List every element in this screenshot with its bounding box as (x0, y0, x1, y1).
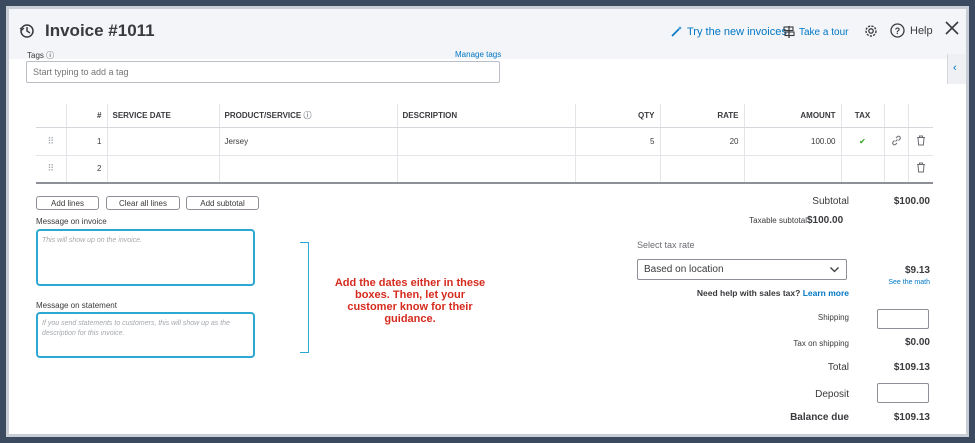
amount-cell[interactable]: 100.00 (744, 127, 842, 156)
sales-tax-help: Need help with sales tax? Learn more (669, 288, 849, 298)
shipping-label: Shipping (817, 313, 849, 322)
line-items-table: # SERVICE DATE PRODUCT/SERVICE ⓘ DESCRIP… (36, 104, 933, 184)
tags-input[interactable] (26, 61, 500, 83)
description-cell[interactable] (397, 155, 576, 184)
chevron-left-icon: ‹ (953, 62, 957, 74)
drag-column-header (36, 104, 67, 128)
signpost-icon (783, 26, 795, 38)
take-tour-label: Take a tour (799, 26, 849, 38)
clear-all-lines-button[interactable]: Clear all lines (106, 196, 180, 210)
table-row[interactable]: ⠿ 1 Jersey 5 20 100.00 ✔ (36, 127, 933, 156)
tax-check-icon[interactable]: ✔ (841, 127, 885, 156)
service-date-cell[interactable] (107, 155, 220, 184)
help-button[interactable]: ? Help (890, 23, 933, 38)
message-invoice-input[interactable]: This will show up on the invoice. (36, 229, 255, 286)
column-header-tax: TAX (841, 104, 885, 128)
total-label: Total (827, 362, 849, 373)
column-header-service-date: SERVICE DATE (107, 104, 220, 128)
add-subtotal-button[interactable]: Add subtotal (186, 196, 259, 210)
delete-column-header (908, 104, 933, 128)
manage-tags-link[interactable]: Manage tags (455, 50, 501, 59)
tags-label: Tags ⓘ (27, 51, 55, 60)
tax-rate-value: Based on location (644, 264, 724, 275)
tax-cell[interactable] (841, 155, 885, 184)
tax-rate-select[interactable]: Based on location (637, 259, 847, 280)
page-title: Invoice #1011 (45, 21, 155, 40)
product-cell[interactable]: Jersey (219, 127, 398, 156)
annotation-bracket (300, 242, 309, 353)
drag-handle-icon[interactable]: ⠿ (36, 155, 67, 184)
balance-due-label: Balance due (790, 412, 849, 423)
message-statement-label: Message on statement (36, 301, 117, 310)
magic-wand-icon (671, 26, 682, 37)
rate-cell[interactable] (660, 155, 745, 184)
taxable-subtotal-label: Taxable subtotal (749, 216, 807, 225)
select-tax-rate-label: Select tax rate (637, 240, 695, 250)
column-header-num: # (66, 104, 108, 128)
message-statement-input[interactable]: If you send statements to customers, thi… (36, 312, 255, 358)
link-cell (884, 155, 909, 184)
tax-on-shipping-label: Tax on shipping (793, 339, 849, 348)
gear-icon[interactable] (863, 23, 879, 39)
trash-icon[interactable] (908, 127, 933, 156)
subtotal-label: Subtotal (812, 196, 849, 207)
amount-cell[interactable] (744, 155, 842, 184)
need-help-text: Need help with sales tax? (696, 288, 801, 298)
taxable-subtotal-value: $100.00 (807, 215, 844, 226)
help-icon: ? (890, 23, 905, 38)
product-cell[interactable] (219, 155, 398, 184)
close-icon[interactable] (943, 19, 961, 37)
see-the-math-link[interactable]: See the math (869, 279, 930, 286)
svg-text:?: ? (895, 26, 901, 36)
help-label: Help (910, 24, 933, 37)
column-header-product: PRODUCT/SERVICE ⓘ (219, 104, 398, 128)
service-date-cell[interactable] (107, 127, 220, 156)
rate-cell[interactable]: 20 (660, 127, 745, 156)
qty-cell[interactable] (575, 155, 661, 184)
invoice-window: Invoice #1011 Try the new invoices Take … (6, 6, 969, 437)
chevron-down-icon (830, 267, 839, 273)
description-cell[interactable] (397, 127, 576, 156)
column-header-description: DESCRIPTION (397, 104, 576, 128)
invoice-header: Invoice #1011 Try the new invoices Take … (9, 9, 966, 83)
history-icon[interactable] (19, 23, 35, 39)
subtotal-value: $100.00 (893, 196, 930, 207)
table-header-row: # SERVICE DATE PRODUCT/SERVICE ⓘ DESCRIP… (36, 104, 933, 128)
qty-cell[interactable]: 5 (575, 127, 661, 156)
learn-more-link[interactable]: Learn more (803, 288, 849, 298)
total-value: $109.13 (893, 362, 930, 373)
tax-amount: $9.13 (904, 265, 930, 276)
table-row[interactable]: ⠿ 2 (36, 155, 933, 184)
message-invoice-label: Message on invoice (36, 217, 107, 226)
side-panel-toggle[interactable]: ‹ (947, 54, 966, 84)
link-column-header (884, 104, 909, 128)
balance-due-value: $109.13 (893, 412, 930, 423)
row-number: 1 (66, 127, 108, 156)
take-tour-link[interactable]: Take a tour (783, 25, 848, 39)
shipping-input[interactable] (877, 309, 929, 329)
deposit-input[interactable] (877, 383, 929, 403)
tax-on-shipping-value: $0.00 (904, 337, 930, 348)
column-header-qty: QTY (575, 104, 661, 128)
try-new-label: Try the new invoices (687, 25, 787, 38)
deposit-label: Deposit (815, 389, 849, 400)
column-header-rate: RATE (660, 104, 745, 128)
row-number: 2 (66, 155, 108, 184)
drag-handle-icon[interactable]: ⠿ (36, 127, 67, 156)
link-icon[interactable] (884, 127, 909, 156)
annotation-text: Add the dates either in these boxes. The… (334, 277, 486, 325)
add-lines-button[interactable]: Add lines (36, 196, 99, 210)
trash-icon[interactable] (908, 155, 933, 184)
try-new-invoices-link[interactable]: Try the new invoices (670, 25, 787, 38)
info-icon: ⓘ (303, 110, 312, 120)
column-header-amount: AMOUNT (744, 104, 842, 128)
